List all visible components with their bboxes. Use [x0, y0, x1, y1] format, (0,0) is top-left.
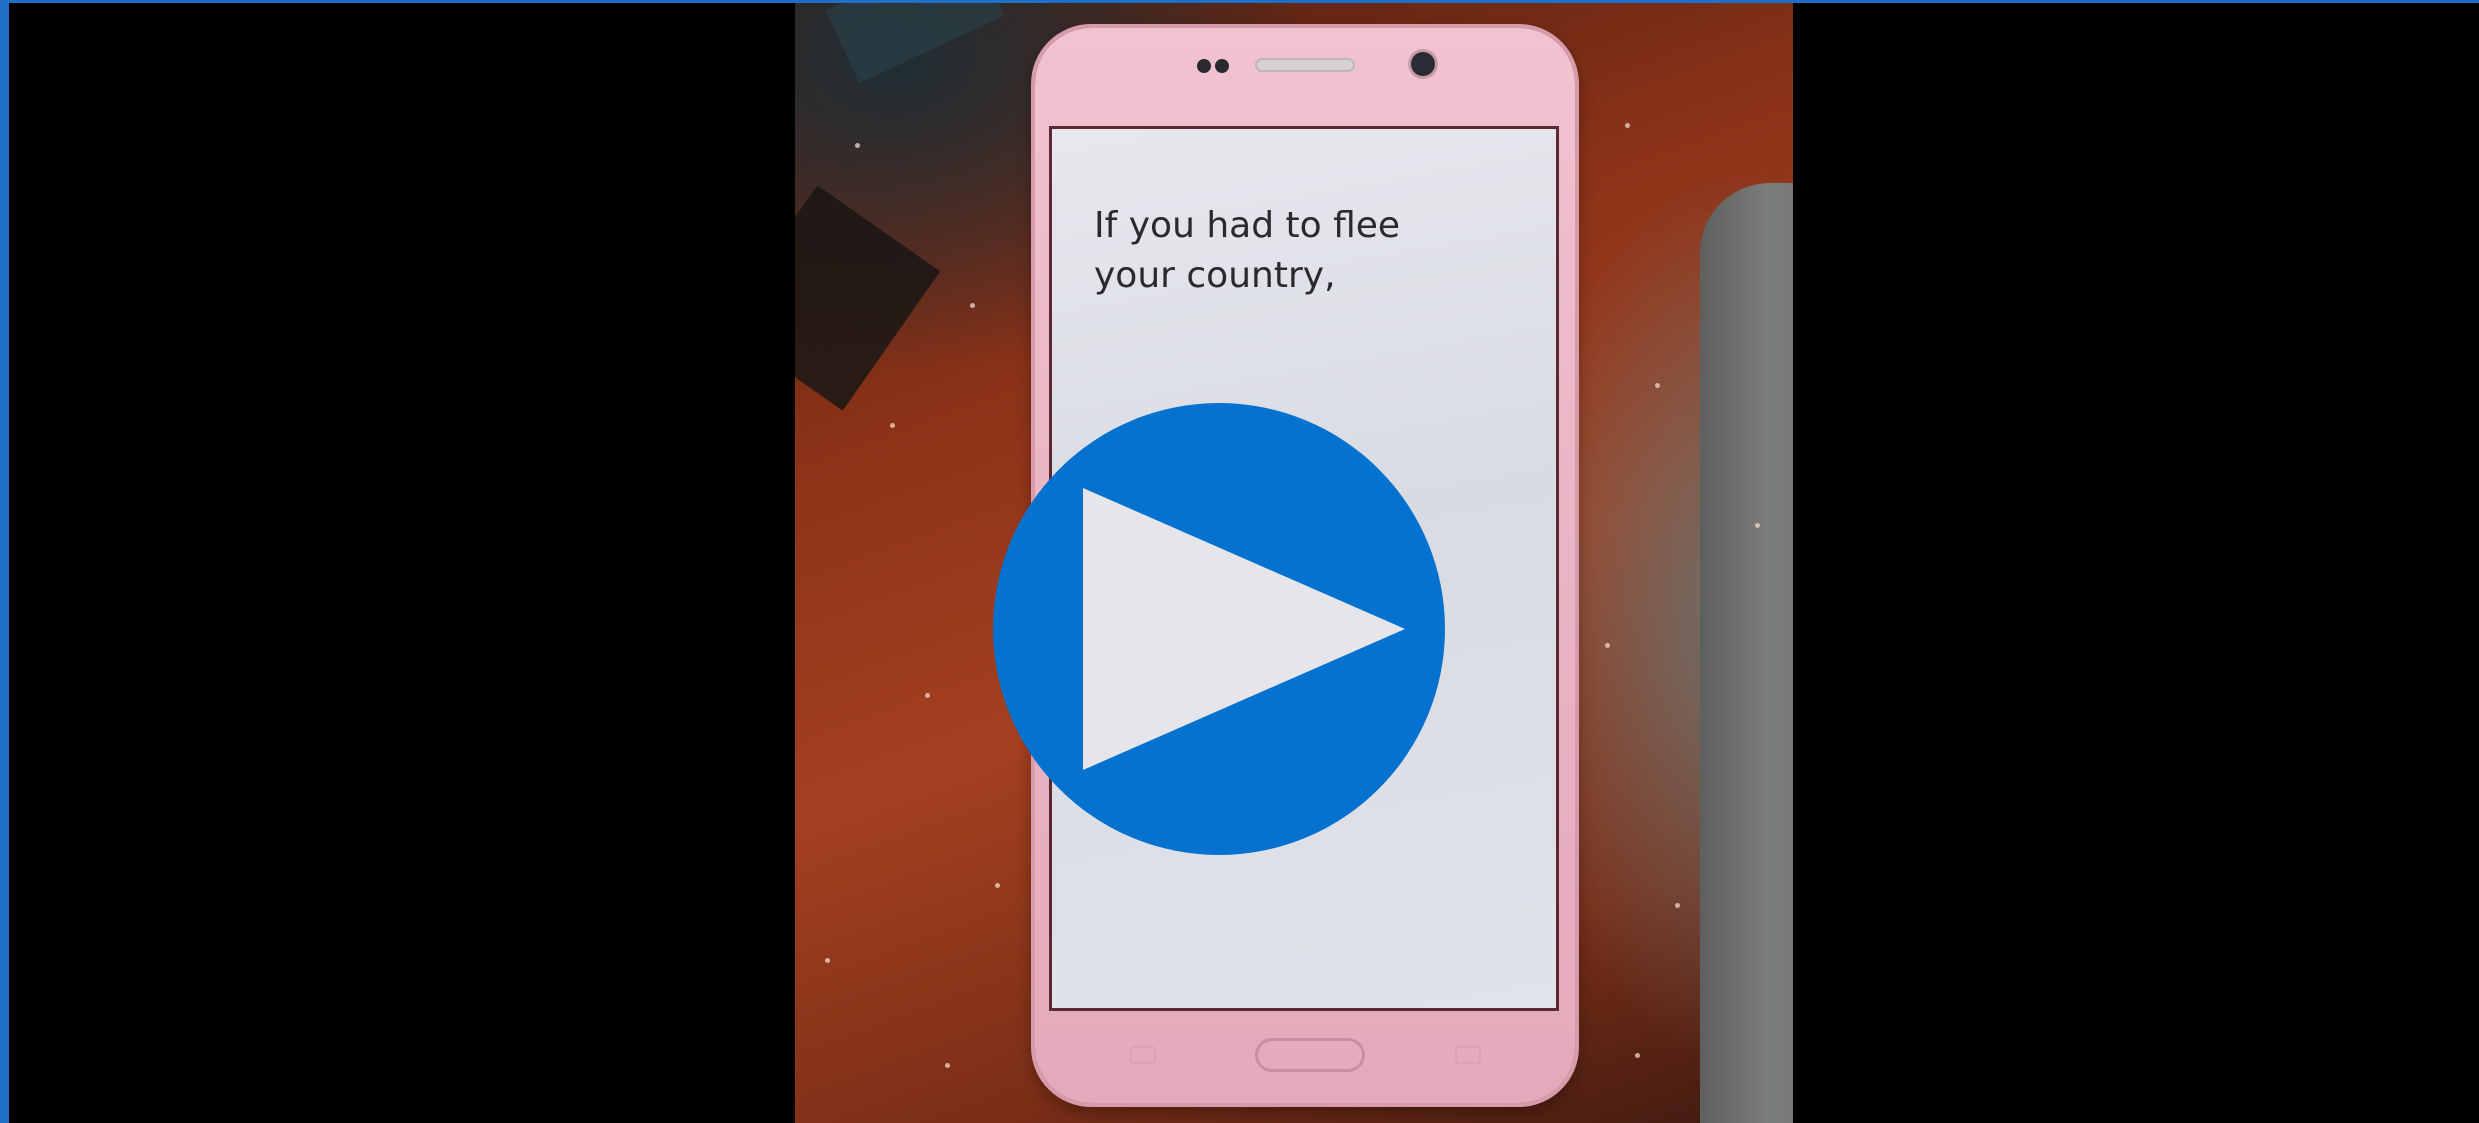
dust-speck	[890, 423, 895, 428]
background-shard	[795, 185, 941, 411]
speaker-grille	[1255, 58, 1355, 72]
video-player: If you had to flee your country,	[0, 0, 2479, 1123]
dust-speck	[1755, 523, 1760, 528]
dust-speck	[1635, 1053, 1640, 1058]
dust-speck	[1625, 123, 1630, 128]
dust-speck	[1675, 903, 1680, 908]
dust-speck	[945, 1063, 950, 1068]
dust-speck	[1605, 643, 1610, 648]
play-icon	[1083, 488, 1405, 770]
dust-speck	[855, 143, 860, 148]
background-shard	[825, 3, 1005, 84]
sensor-icon	[1215, 59, 1229, 73]
phone-top-bezel	[1035, 28, 1575, 128]
background-figure	[1700, 183, 1793, 1123]
back-key-icon	[1130, 1046, 1156, 1064]
recent-apps-key-icon	[1455, 1046, 1481, 1064]
dust-speck	[970, 303, 975, 308]
sensor-icon	[1197, 59, 1211, 73]
front-camera-icon	[1411, 52, 1435, 76]
dust-speck	[1655, 383, 1660, 388]
dust-speck	[925, 693, 930, 698]
dust-speck	[995, 883, 1000, 888]
play-button[interactable]	[993, 403, 1445, 855]
dust-speck	[825, 958, 830, 963]
home-button	[1255, 1038, 1365, 1072]
video-caption: If you had to flee your country,	[1094, 205, 1401, 296]
